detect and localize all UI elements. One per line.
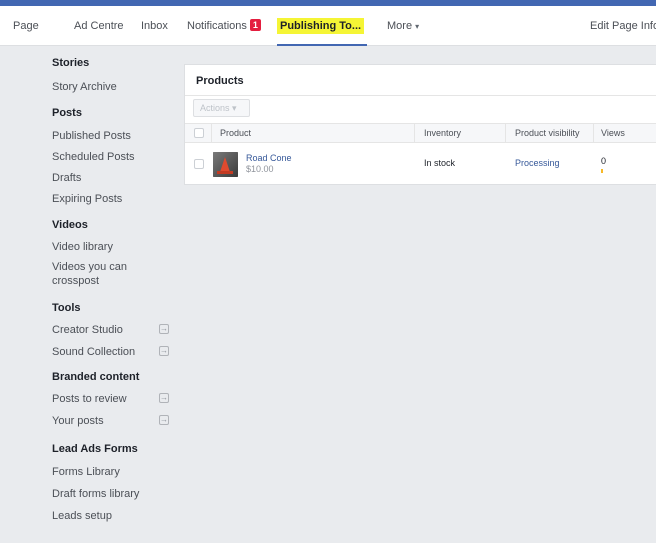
- product-name-link[interactable]: Road Cone: [246, 153, 292, 163]
- products-panel: Products Actions ▾ Product Inventory Pro…: [184, 64, 656, 185]
- sidebar-item-label: Sound Collection: [52, 346, 136, 358]
- sidebar-item-drafts[interactable]: Drafts: [52, 171, 172, 185]
- product-price: $10.00: [246, 164, 274, 174]
- active-tab-indicator: [277, 44, 367, 46]
- notification-count-badge: 1: [249, 19, 261, 31]
- product-thumbnail[interactable]: [213, 152, 238, 177]
- column-divider: [593, 124, 594, 143]
- sidebar-item-label: Your posts: [52, 415, 104, 427]
- nav-more-label: More: [387, 20, 413, 32]
- row-checkbox[interactable]: [194, 159, 204, 169]
- table-row[interactable]: Road Cone $10.00 In stock Processing 0: [185, 144, 656, 184]
- external-link-icon: →: [159, 324, 169, 334]
- panel-title: Products: [196, 75, 244, 87]
- product-views: 0: [601, 156, 607, 166]
- chevron-down-icon: ▾: [232, 103, 237, 113]
- sidebar-item-video-library[interactable]: Video library: [52, 240, 172, 254]
- nav-edit-page-info-label: Edit Page Info: [590, 20, 656, 32]
- nav-inbox-label: Inbox: [141, 20, 168, 32]
- sidebar-item-label: Posts to review: [52, 393, 127, 405]
- section-title-posts: Posts: [52, 107, 82, 119]
- chevron-down-icon: ▾: [415, 22, 420, 31]
- nav-more[interactable]: More ▾: [387, 6, 419, 46]
- nav-publishing-tools[interactable]: Publishing To...: [277, 6, 367, 46]
- column-header-views[interactable]: Views: [601, 124, 625, 143]
- sidebar-item-videos-crosspost[interactable]: Videos you can crosspost: [52, 260, 132, 288]
- product-inventory: In stock: [424, 158, 456, 168]
- column-divider: [211, 124, 212, 143]
- sidebar-item-label: Creator Studio: [52, 324, 123, 336]
- external-link-icon: →: [159, 415, 169, 425]
- nav-page[interactable]: Page: [13, 6, 39, 46]
- section-title-branded-content: Branded content: [52, 371, 140, 383]
- nav-notifications[interactable]: Notifications 1: [187, 6, 261, 46]
- product-visibility-status[interactable]: Processing: [515, 158, 560, 168]
- section-title-lead-ads-forms: Lead Ads Forms: [52, 443, 138, 455]
- column-header-product[interactable]: Product: [220, 124, 251, 143]
- sidebar-item-scheduled-posts[interactable]: Scheduled Posts: [52, 150, 172, 164]
- external-link-icon: →: [159, 393, 169, 403]
- column-divider: [414, 124, 415, 143]
- column-divider: [505, 124, 506, 143]
- sidebar-item-draft-forms-library[interactable]: Draft forms library: [52, 487, 172, 501]
- nav-ad-centre[interactable]: Ad Centre: [74, 6, 124, 46]
- column-header-inventory[interactable]: Inventory: [424, 124, 461, 143]
- sidebar-item-forms-library[interactable]: Forms Library: [52, 465, 172, 479]
- table-header: Product Inventory Product visibility Vie…: [185, 123, 656, 143]
- nav-edit-page-info[interactable]: Edit Page Info: [590, 6, 656, 46]
- sidebar-item-expiring-posts[interactable]: Expiring Posts: [52, 192, 172, 206]
- section-title-tools: Tools: [52, 302, 81, 314]
- select-all-checkbox[interactable]: [194, 128, 204, 138]
- actions-dropdown-button[interactable]: Actions ▾: [193, 99, 250, 117]
- views-indicator: [601, 169, 603, 173]
- panel-divider: [185, 95, 656, 96]
- nav-publishing-tools-label: Publishing To...: [277, 18, 365, 34]
- sidebar-item-story-archive[interactable]: Story Archive: [52, 80, 172, 94]
- nav-page-label: Page: [13, 20, 39, 32]
- traffic-cone-icon: [220, 157, 230, 172]
- sidebar-item-leads-setup[interactable]: Leads setup: [52, 509, 172, 523]
- sidebar-item-published-posts[interactable]: Published Posts: [52, 129, 172, 143]
- publishing-tools-sidebar: Stories Story Archive Posts Published Po…: [52, 56, 182, 523]
- traffic-cone-base: [217, 171, 233, 174]
- sidebar-item-sound-collection[interactable]: Sound Collection →: [52, 345, 172, 359]
- section-title-stories: Stories: [52, 57, 90, 69]
- nav-ad-centre-label: Ad Centre: [74, 20, 124, 32]
- sidebar-item-creator-studio[interactable]: Creator Studio →: [52, 323, 172, 337]
- nav-notifications-label: Notifications: [187, 20, 247, 32]
- nav-inbox[interactable]: Inbox: [141, 6, 168, 46]
- page-nav-bar: Page Ad Centre Inbox Notifications 1 Publ…: [0, 6, 656, 46]
- sidebar-item-posts-to-review[interactable]: Posts to review →: [52, 392, 172, 406]
- section-title-videos: Videos: [52, 219, 88, 231]
- external-link-icon: →: [159, 346, 169, 356]
- column-header-visibility[interactable]: Product visibility: [515, 124, 580, 143]
- sidebar-item-your-posts[interactable]: Your posts →: [52, 414, 172, 428]
- actions-label: Actions: [200, 103, 230, 113]
